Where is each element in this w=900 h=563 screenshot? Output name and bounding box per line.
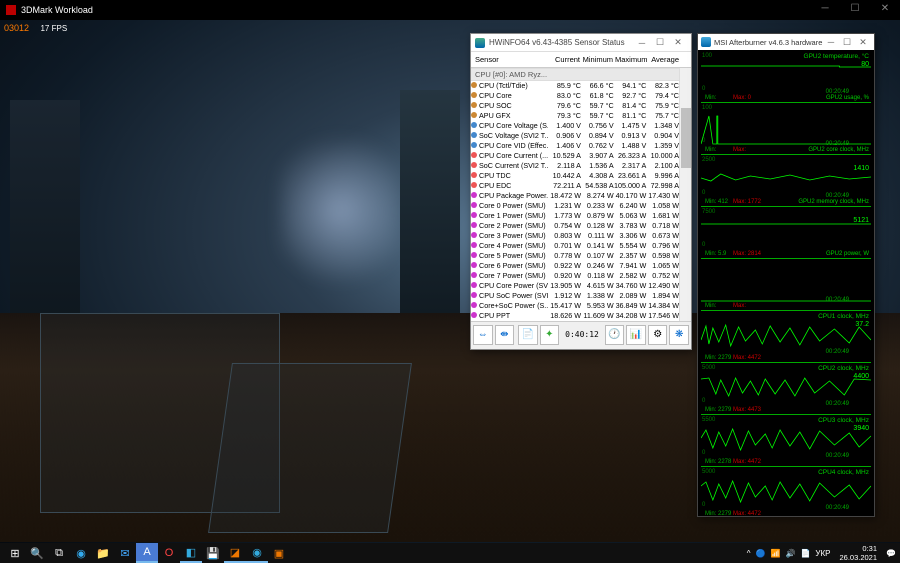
close-button[interactable]: ✕ (669, 37, 687, 48)
3dmark-titlebar[interactable]: 3DMark Workload ─ ☐ ✕ (0, 0, 900, 20)
app-icon-1[interactable]: A (136, 543, 158, 563)
fps-overlay: 03012 17 FPS (4, 23, 67, 34)
network-icon[interactable]: 📶 (771, 549, 781, 558)
hwinfo-columns: Sensor Current Minimum Maximum Average (471, 52, 691, 68)
collapse-button[interactable]: ⇼ (495, 325, 515, 345)
sensor-row[interactable]: CPU Package Power...18.472 W8.274 W40.17… (471, 191, 691, 201)
hwinfo-sensor-list[interactable]: CPU [#0]: AMD Ryz... CPU (Tctl/Tdie)85.9… (471, 68, 691, 321)
sensor-row[interactable]: CPU SoC Power (SVI...1.912 W1.338 W2.089… (471, 291, 691, 301)
hwinfo-window[interactable]: HWiNFO64 v6.43-4385 Sensor Status ─ ☐ ✕ … (470, 33, 692, 350)
3dmark-icon (6, 5, 16, 15)
sensor-row[interactable]: Core+SoC Power (S...15.417 W5.953 W36.84… (471, 301, 691, 311)
sensor-row[interactable]: CPU Core Voltage (S...1.400 V0.756 V1.47… (471, 121, 691, 131)
scrollbar[interactable] (679, 68, 691, 321)
sensor-row[interactable]: Core 7 Power (SMU)0.920 W0.118 W2.582 W0… (471, 271, 691, 281)
start-button[interactable]: ⊞ (4, 543, 26, 563)
sensor-row[interactable]: CPU Core83.0 °C61.8 °C92.7 °C79.4 °C (471, 91, 691, 101)
msi-graph-area[interactable]: 1000GPU2 temperature, °C80Min:Max: 000:2… (698, 50, 874, 516)
tray-icon[interactable]: 🔵 (756, 549, 766, 558)
configure-button[interactable]: ❋ (669, 325, 689, 345)
tray-icon-2[interactable]: 📄 (800, 549, 810, 558)
minimize-button[interactable]: ─ (823, 37, 839, 47)
sensor-row[interactable]: CPU Core VID (Effec...1.406 V0.762 V1.48… (471, 141, 691, 151)
save-icon[interactable]: 💾 (202, 543, 224, 563)
search-button[interactable]: 🔍 (26, 543, 48, 563)
sensor-row[interactable]: Core 3 Power (SMU)0.803 W0.111 W3.306 W0… (471, 231, 691, 241)
uptime: 0:40:12 (565, 330, 599, 339)
sensor-row[interactable]: CPU (Tctl/Tdie)85.9 °C66.6 °C94.1 °C82.3… (471, 81, 691, 91)
tray-chevron-icon[interactable]: ^ (747, 549, 751, 558)
maximize-button[interactable]: ☐ (839, 37, 855, 48)
sensor-row[interactable]: Core 5 Power (SMU)0.778 W0.107 W2.357 W0… (471, 251, 691, 261)
close-button[interactable]: ✕ (870, 0, 900, 20)
task-view-button[interactable]: ⧉ (48, 543, 70, 563)
edge-icon[interactable]: ◉ (70, 543, 92, 563)
log-button[interactable]: 📄 (518, 325, 538, 345)
system-tray[interactable]: ^ 🔵 📶 🔊 📄 УКР 0:31 26.03.2021 💬 (747, 544, 896, 562)
minimize-button[interactable]: ─ (810, 0, 840, 20)
minimize-button[interactable]: ─ (633, 38, 651, 48)
hwinfo-section[interactable]: CPU [#0]: AMD Ryz... (471, 68, 691, 81)
volume-icon[interactable]: 🔊 (785, 549, 795, 558)
sensor-row[interactable]: SoC Current (SVI2 T...2.118 A1.536 A2.31… (471, 161, 691, 171)
monitor-graph[interactable]: Min:Max:00:20:49 (701, 260, 871, 311)
3dmark-title: 3DMark Workload (21, 5, 93, 15)
sensor-row[interactable]: Core 4 Power (SMU)0.701 W0.141 W5.554 W0… (471, 241, 691, 251)
close-button[interactable]: ✕ (855, 37, 871, 48)
taskbar[interactable]: ⊞ 🔍 ⧉ ◉ 📁 ✉ A O ◧ 💾 ◪ ◉ ▣ ^ 🔵 📶 🔊 📄 УКР … (0, 543, 900, 563)
sensor-row[interactable]: Core 2 Power (SMU)0.754 W0.128 W3.783 W0… (471, 221, 691, 231)
monitor-graph[interactable]: 1000GPU2 temperature, °C80Min:Max: 000:2… (701, 52, 871, 103)
scrollbar-thumb[interactable] (681, 108, 691, 168)
gear-icon[interactable]: ⚙ (648, 325, 668, 345)
explorer-icon[interactable]: 📁 (92, 543, 114, 563)
monitor-graph[interactable]: 250001410Min: 412Max: 177200:20:49GPU2 m… (701, 156, 871, 207)
hwinfo-icon (475, 38, 485, 48)
hwinfo-title: HWiNFO64 v6.43-4385 Sensor Status (489, 38, 633, 47)
sensor-row[interactable]: Core 6 Power (SMU)0.922 W0.246 W7.941 W1… (471, 261, 691, 271)
monitor-graph[interactable]: 750005121Min: 5.9Max: 2814GPU2 power, W (701, 208, 871, 259)
app-icon-2[interactable]: ▣ (268, 543, 290, 563)
reset-button[interactable]: ✦ (540, 325, 560, 345)
msi-titlebar[interactable]: MSI Afterburner v4.6.3 hardware monitor … (698, 34, 874, 50)
maximize-button[interactable]: ☐ (840, 0, 870, 20)
monitor-graph[interactable]: 1000Min:Max:00:20:49GPU2 core clock, MHz (701, 104, 871, 155)
monitor-graph[interactable]: 55000CPU3 clock, MHz3940Min: 2278Max: 44… (701, 416, 871, 467)
expand-button[interactable]: ⇔ (473, 325, 493, 345)
3dmark-taskbar-icon[interactable]: ◪ (224, 543, 246, 563)
sensor-row[interactable]: CPU TDC10.442 A4.308 A23.661 A9.996 A (471, 171, 691, 181)
sensor-row[interactable]: CPU SOC79.6 °C59.7 °C81.4 °C75.9 °C (471, 101, 691, 111)
hwinfo-toolbar: ⇔ ⇼ 📄 ✦ 0:40:12 🕐 📊 ⚙ ❋ (471, 321, 691, 347)
msi-taskbar-icon[interactable]: ◉ (246, 543, 268, 563)
opera-icon[interactable]: O (158, 543, 180, 563)
hwinfo-taskbar-icon[interactable]: ◧ (180, 543, 202, 563)
language-indicator[interactable]: УКР (815, 549, 830, 558)
sensor-row[interactable]: APU GFX79.3 °C59.7 °C81.1 °C75.7 °C (471, 111, 691, 121)
sensor-row[interactable]: CPU PPT18.626 W11.609 W34.208 W17.546 W (471, 311, 691, 321)
sensor-row[interactable]: Core 0 Power (SMU)1.231 W0.233 W6.240 W1… (471, 201, 691, 211)
sensor-row[interactable]: CPU Core Power (SV...13.905 W4.615 W34.7… (471, 281, 691, 291)
sensor-row[interactable]: CPU Core Current (...10.529 A3.907 A26.3… (471, 151, 691, 161)
maximize-button[interactable]: ☐ (651, 37, 669, 48)
msi-afterburner-window[interactable]: MSI Afterburner v4.6.3 hardware monitor … (697, 33, 875, 517)
mail-icon[interactable]: ✉ (114, 543, 136, 563)
sensor-row[interactable]: CPU EDC72.211 A54.538 A105.000 A72.998 A (471, 181, 691, 191)
sensor-row[interactable]: Core 1 Power (SMU)1.773 W0.879 W5.063 W1… (471, 211, 691, 221)
notifications-icon[interactable]: 💬 (886, 549, 896, 558)
settings-button[interactable]: 📊 (626, 325, 646, 345)
sensor-row[interactable]: SoC Voltage (SVI2 T...0.906 V0.894 V0.91… (471, 131, 691, 141)
monitor-graph[interactable]: 50000CPU4 clock, MHzMin: 2279Max: 447200… (701, 468, 871, 516)
monitor-graph[interactable]: 50000CPU2 clock, MHz4400Min: 2279Max: 44… (701, 364, 871, 415)
msi-icon (701, 37, 711, 47)
taskbar-clock[interactable]: 0:31 26.03.2021 (835, 544, 881, 562)
monitor-graph[interactable]: CPU1 clock, MHz37.2Min: 2279Max: 447200:… (701, 312, 871, 363)
clock-button[interactable]: 🕐 (605, 325, 625, 345)
hwinfo-titlebar[interactable]: HWiNFO64 v6.43-4385 Sensor Status ─ ☐ ✕ (471, 34, 691, 52)
msi-title: MSI Afterburner v4.6.3 hardware monitor (714, 38, 823, 47)
